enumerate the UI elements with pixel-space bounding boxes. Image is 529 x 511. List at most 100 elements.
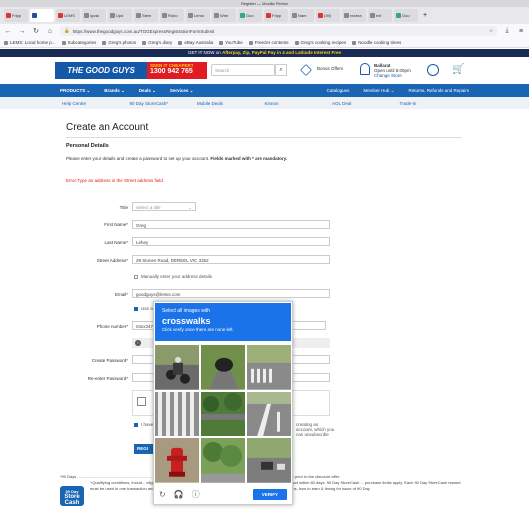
main-nav-link[interactable]: Returns, Refunds and Repairs xyxy=(408,88,469,94)
email-field[interactable]: goodguys@lemis.com xyxy=(132,289,330,298)
logo[interactable]: THE GOOD GUYS xyxy=(55,62,147,79)
browser-tab[interactable]: Goo xyxy=(238,9,262,22)
browser-tab[interactable]: Lemo xyxy=(186,9,210,22)
first-name-field[interactable]: Greg xyxy=(132,220,330,229)
tab-label: (39) xyxy=(324,13,332,18)
sub-nav-item[interactable]: Mobile Deals xyxy=(197,101,265,106)
main-nav-item[interactable]: Services ⌄ xyxy=(170,88,194,94)
browser-tab[interactable]: Robo xyxy=(160,9,184,22)
bookmark-icon xyxy=(248,40,253,45)
use-option[interactable]: Use a xyxy=(134,306,153,311)
tab-label: Goo xyxy=(246,13,254,18)
bookmark-star-icon[interactable]: ☆ xyxy=(489,28,493,34)
info-circle-icon[interactable]: ⓘ xyxy=(192,489,200,500)
captcha-tile[interactable] xyxy=(155,438,199,483)
verify-button[interactable]: VERIFY xyxy=(252,488,287,500)
bookmark-item[interactable]: Greg's photos xyxy=(102,40,136,45)
browser-tab[interactable]: Upd xyxy=(108,9,132,22)
bonus-offers-link[interactable]: Bonus Offers xyxy=(317,66,343,72)
price-match-banner[interactable]: SEEN IT CHEAPER? 1300 942 765 xyxy=(147,62,207,79)
create-password-label: Create Password* xyxy=(91,358,128,363)
reload-icon[interactable]: ↻ xyxy=(32,27,40,35)
main-nav-item[interactable]: Brands ⌄ xyxy=(104,88,125,94)
promo-link[interactable]: Afterpay, Zip, PayPal Pay in 4 and Latit… xyxy=(222,50,341,55)
browser-tab[interactable]: Fripp xyxy=(264,9,288,22)
search-input[interactable]: Search xyxy=(211,64,275,76)
captcha-tile[interactable] xyxy=(201,345,245,390)
main-nav-item[interactable]: PRODUCTS ⌄ xyxy=(60,88,90,94)
bookmark-item[interactable]: Noodle cooking times xyxy=(352,40,401,45)
favicon-icon xyxy=(344,13,349,18)
browser-tab[interactable]: Wee xyxy=(212,9,236,22)
main-nav-link[interactable]: Member Hub ⌄ xyxy=(363,88,394,94)
browser-tab[interactable]: Nam xyxy=(290,9,314,22)
terms-text: creating an account, which you can unsub… xyxy=(296,422,335,437)
favicon-icon xyxy=(318,13,323,18)
captcha-tile[interactable] xyxy=(155,345,199,390)
menu-icon[interactable]: ≡ xyxy=(517,28,525,35)
street-address-field[interactable]: 29 Stones Road, DEREEL VIC 3352 xyxy=(132,255,330,264)
promo-banner: GET IT NOW on Afterpay, Zip, PayPal Pay … xyxy=(0,49,529,57)
cart-icon[interactable]: 🛒 xyxy=(452,65,464,75)
main-nav-item[interactable]: Deals ⌄ xyxy=(139,88,156,94)
bookmark-icon xyxy=(352,40,357,45)
browser-tab[interactable]: upda xyxy=(82,9,106,22)
captcha-tile[interactable] xyxy=(247,345,291,390)
captcha-tile[interactable] xyxy=(201,391,245,437)
tab-label: Lemo xyxy=(194,13,205,18)
manual-address-checkbox[interactable] xyxy=(134,274,138,279)
store-info[interactable]: Ballarat Open until 5:00pm Change Store xyxy=(374,63,411,78)
browser-tab[interactable] xyxy=(30,9,54,22)
title-select[interactable]: Select a title ⌄ xyxy=(132,202,196,211)
captcha-tile[interactable] xyxy=(155,391,199,437)
account-icon[interactable] xyxy=(427,64,439,76)
strength-checkbox[interactable] xyxy=(137,397,146,406)
terms-option[interactable]: I have xyxy=(134,422,153,427)
search-icon[interactable]: ⌕ xyxy=(275,64,287,76)
bookmark-label: Noodle cooking times xyxy=(358,40,402,45)
favicon-icon xyxy=(214,13,219,18)
captcha-tile[interactable] xyxy=(201,438,245,483)
main-nav-link[interactable]: Catalogues xyxy=(327,88,350,94)
tab-label: rearea xyxy=(350,13,362,18)
captcha-tile[interactable] xyxy=(247,391,291,437)
browser-tab[interactable]: (39) xyxy=(316,9,340,22)
intro-text: Please enter your details and create a p… xyxy=(66,156,288,161)
url-bar[interactable]: 🔒 https://www.thegoodguys.com.au/TGGExpr… xyxy=(60,26,497,36)
bookmark-item[interactable]: Subcategories xyxy=(61,40,96,45)
refresh-icon[interactable]: ↻ xyxy=(159,490,166,499)
home-icon[interactable]: ⌂ xyxy=(46,28,54,35)
bookmark-item[interactable]: YouTube xyxy=(219,40,243,45)
main-nav: PRODUCTS ⌄ Brands ⌄ Deals ⌄ Services ⌄ Cata… xyxy=(0,84,529,97)
sub-nav-item[interactable]: Trade-In xyxy=(400,101,468,106)
last-name-field[interactable]: Lehey xyxy=(132,237,330,246)
browser-tab[interactable]: Goo xyxy=(394,9,418,22)
captcha-tile[interactable] xyxy=(247,438,291,483)
chevron-down-icon: ⌄ xyxy=(188,205,192,210)
downloads-icon[interactable]: ⤓ xyxy=(503,27,511,35)
favicon-icon xyxy=(136,13,141,18)
use-checkbox[interactable] xyxy=(134,306,138,311)
sub-nav-item[interactable]: AOL Deal xyxy=(332,101,400,106)
browser-tab[interactable]: Stem xyxy=(134,9,158,22)
browser-tab[interactable]: Fripp xyxy=(4,9,28,22)
terms-checkbox[interactable] xyxy=(134,422,138,427)
captcha-grid xyxy=(155,345,291,483)
sub-nav-item[interactable]: Help Centre xyxy=(62,101,130,106)
headphones-icon[interactable]: 🎧 xyxy=(174,490,184,499)
new-tab-icon[interactable]: + xyxy=(423,12,427,19)
bookmark-item[interactable]: Freezer contents xyxy=(248,40,289,45)
back-icon[interactable]: ← xyxy=(4,28,12,35)
manual-address-option[interactable]: Manually enter your address details xyxy=(134,274,212,279)
store-icon xyxy=(360,63,370,75)
bookmark-item[interactable]: LEMS: Local home p... xyxy=(4,40,56,45)
forward-icon[interactable]: → xyxy=(18,28,26,35)
sub-nav-item[interactable]: Kinnon xyxy=(265,101,333,106)
browser-tab[interactable]: rearea xyxy=(342,9,366,22)
bookmark-item[interactable]: eBay Australia xyxy=(178,40,213,45)
bookmark-item[interactable]: Greg's diary xyxy=(142,40,172,45)
browser-tab[interactable]: ext xyxy=(368,9,392,22)
sub-nav-item[interactable]: 90 Day StoreCash* xyxy=(130,101,198,106)
browser-tab[interactable]: LEMS xyxy=(56,9,80,22)
bookmark-item[interactable]: Greg's cooking recipes xyxy=(294,40,346,45)
